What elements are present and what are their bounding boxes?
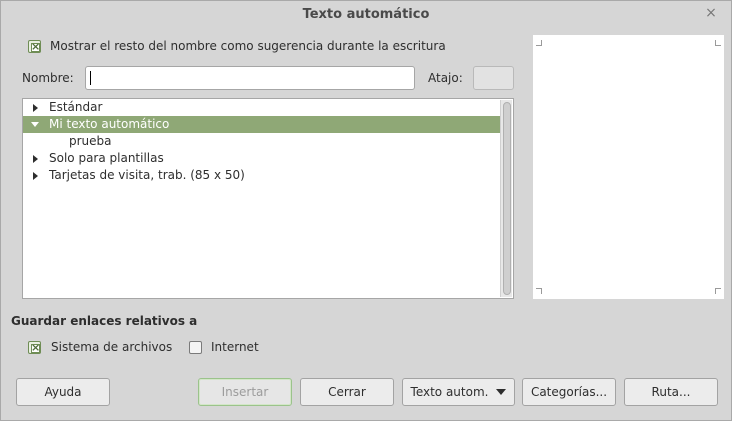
expand-arrow-icon[interactable] bbox=[33, 172, 38, 180]
path-button[interactable]: Ruta... bbox=[624, 378, 718, 406]
tree-item-mi-texto-automatico[interactable]: Mi texto automático bbox=[23, 116, 500, 133]
text-caret bbox=[90, 71, 91, 85]
tree-item-tarjetas-de-visita[interactable]: Tarjetas de visita, trab. (85 x 50) bbox=[23, 167, 500, 184]
suggest-checkbox[interactable] bbox=[28, 39, 41, 54]
crop-mark-icon bbox=[715, 288, 721, 294]
autotext-menu-label: Texto autom. bbox=[410, 385, 489, 399]
name-label: Nombre: bbox=[22, 71, 74, 85]
expand-arrow-icon[interactable] bbox=[33, 104, 38, 112]
close-button[interactable]: Cerrar bbox=[300, 378, 394, 406]
tree-item-prueba[interactable]: prueba bbox=[23, 133, 500, 150]
title-bar[interactable]: Texto automático × bbox=[1, 1, 731, 29]
expand-arrow-icon[interactable] bbox=[33, 155, 38, 163]
dialog-title: Texto automático bbox=[302, 7, 430, 22]
tree-item-label: Estándar bbox=[49, 100, 103, 114]
filesystem-checkbox[interactable] bbox=[28, 340, 41, 355]
insert-button[interactable]: Insertar bbox=[198, 378, 292, 406]
crop-mark-icon bbox=[715, 40, 721, 46]
tree-item-label: Tarjetas de visita, trab. (85 x 50) bbox=[49, 168, 245, 182]
chevron-down-icon bbox=[496, 389, 507, 395]
tree-item-estandar[interactable]: Estándar bbox=[23, 99, 500, 116]
preview-pane bbox=[533, 35, 724, 299]
shortcut-label: Atajo: bbox=[428, 71, 463, 85]
help-button[interactable]: Ayuda bbox=[16, 378, 110, 406]
internet-checkbox[interactable] bbox=[189, 341, 202, 354]
autotext-dialog: Texto automático × Mostrar el resto del … bbox=[0, 0, 732, 421]
crop-mark-icon bbox=[536, 288, 542, 294]
filesystem-checkbox-label: Sistema de archivos bbox=[51, 340, 173, 354]
tree-item-label: Mi texto automático bbox=[49, 117, 170, 131]
scrollbar-thumb[interactable] bbox=[503, 102, 511, 295]
tree-item-label: prueba bbox=[69, 134, 112, 148]
links-section-heading: Guardar enlaces relativos a bbox=[11, 314, 198, 328]
autotext-tree[interactable]: Estándar Mi texto automático prueba Solo… bbox=[22, 98, 514, 299]
categories-button[interactable]: Categorías... bbox=[522, 378, 616, 406]
tree-scrollbar[interactable] bbox=[500, 100, 512, 297]
name-input[interactable] bbox=[85, 66, 415, 90]
crop-mark-icon bbox=[536, 40, 542, 46]
tree-item-solo-para-plantillas[interactable]: Solo para plantillas bbox=[23, 150, 500, 167]
tree-item-label: Solo para plantillas bbox=[49, 151, 164, 165]
internet-checkbox-label: Internet bbox=[211, 340, 259, 354]
suggest-checkbox-label: Mostrar el resto del nombre como sugeren… bbox=[50, 39, 446, 53]
collapse-arrow-icon[interactable] bbox=[31, 122, 39, 127]
close-icon[interactable]: × bbox=[703, 5, 719, 21]
shortcut-input[interactable] bbox=[473, 66, 514, 90]
autotext-menu-button[interactable]: Texto autom. bbox=[402, 378, 515, 406]
